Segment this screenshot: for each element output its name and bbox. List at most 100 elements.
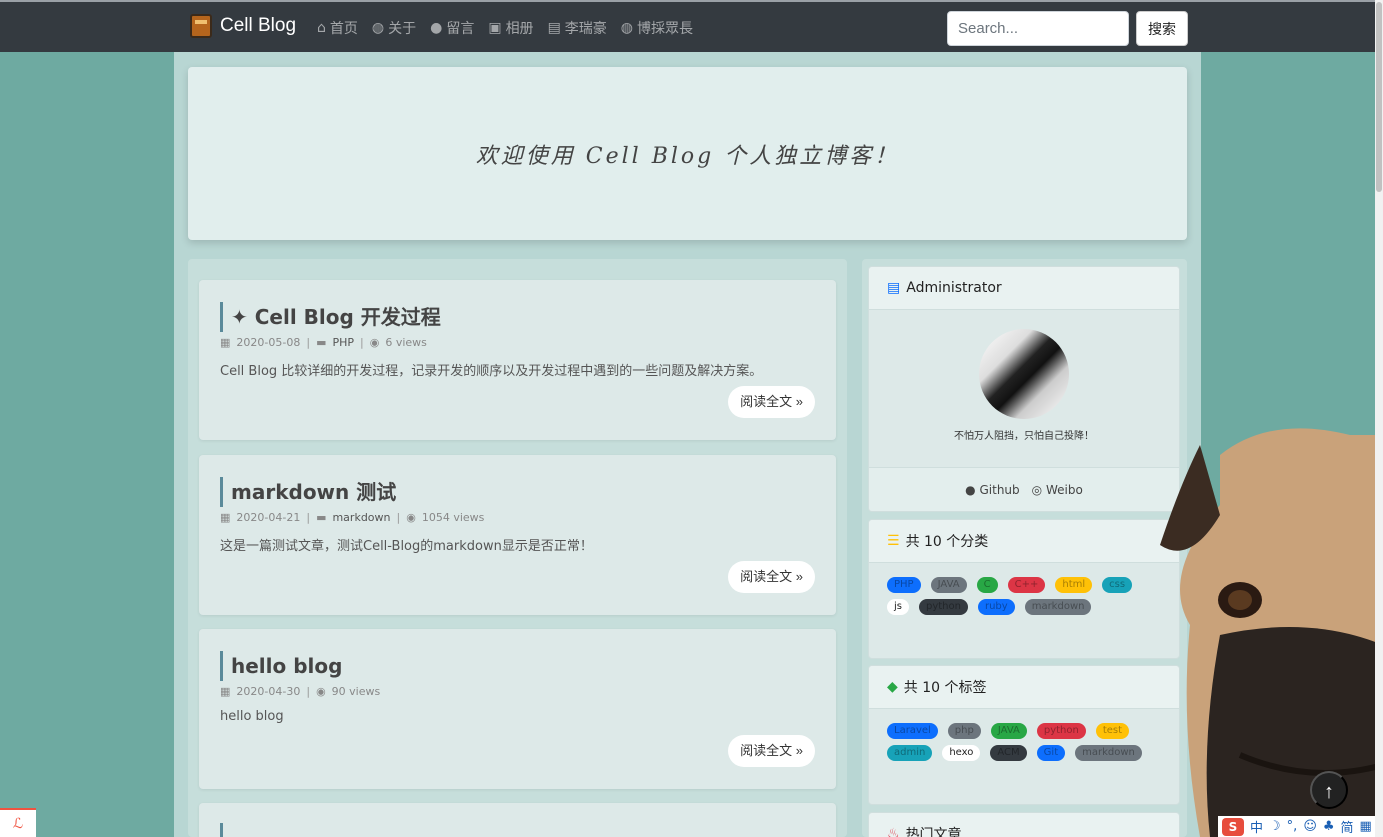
- read-more-button[interactable]: 阅读全文 »: [728, 561, 815, 593]
- tag-badge[interactable]: Git: [1036, 745, 1066, 761]
- scrollbar[interactable]: [1375, 0, 1383, 837]
- categories-card-header: ☰ 共 10 个分类: [869, 520, 1179, 563]
- post-date: 2020-04-30: [236, 685, 301, 698]
- weibo-icon: ◎: [1031, 482, 1043, 497]
- category-badge[interactable]: html: [1055, 577, 1093, 593]
- sogou-logo-icon: S: [1222, 817, 1244, 836]
- tag-badges: Laravel php JAVA python test admin hexo ACM Git m…: [869, 709, 1179, 761]
- category-badge[interactable]: python: [919, 599, 968, 615]
- hero-text: 欢迎使用 Cell Blog 个人独立博客！: [475, 143, 900, 169]
- category-badge[interactable]: C++: [1007, 577, 1046, 593]
- emoji-icon[interactable]: ☺: [1303, 819, 1317, 834]
- post-title[interactable]: ✦ Cell Blog 开发过程: [220, 302, 441, 332]
- category-badge[interactable]: js: [887, 599, 909, 615]
- admin-card-header: ▤ Administrator: [869, 267, 1179, 310]
- post-title[interactable]: [220, 823, 231, 837]
- tag-badge[interactable]: test: [1095, 723, 1130, 739]
- tags-icon: ◆: [887, 679, 898, 695]
- tags-card: ◆ 共 10 个标签 Laravel php JAVA python test admin…: [868, 665, 1180, 805]
- post-title[interactable]: hello blog: [220, 651, 342, 681]
- eye-icon: ◉: [369, 336, 380, 349]
- moon-icon[interactable]: ☽: [1269, 819, 1281, 834]
- calendar-icon: ▦: [220, 685, 231, 698]
- calendar-icon: ▦: [220, 336, 231, 349]
- tag-badge[interactable]: JAVA: [990, 723, 1027, 739]
- nav-home[interactable]: ⌂ 首页: [317, 18, 358, 38]
- laravel-debug-icon[interactable]: ℒ: [0, 808, 36, 837]
- tag-badge[interactable]: admin: [887, 745, 933, 761]
- search-input[interactable]: [947, 11, 1129, 46]
- post-card: [199, 803, 836, 837]
- globe-icon: ◍: [620, 20, 634, 36]
- post-meta: ▦ 2020-04-21 | ▬ markdown | ◉ 1054 views: [220, 511, 485, 524]
- category-badge[interactable]: JAVA: [930, 577, 967, 593]
- post-category[interactable]: markdown: [332, 511, 390, 524]
- post-excerpt: hello blog: [220, 709, 284, 724]
- brand-link[interactable]: Cell Blog: [190, 14, 296, 38]
- hot-posts-header: ♨ 热门文章: [869, 813, 1179, 837]
- github-icon: ●: [965, 482, 976, 497]
- book-icon: [190, 14, 212, 38]
- github-link[interactable]: ● Github: [965, 483, 1019, 497]
- nav-links: ⌂ 首页 ◍ 关于 ● 留言 ▣ 相册 ▤ 李瑞豪 ◍ 博採眾長: [317, 18, 693, 38]
- ime-chinese-toggle[interactable]: 中: [1250, 817, 1263, 836]
- search-button[interactable]: 搜索: [1136, 11, 1188, 46]
- fire-icon: ♨: [887, 826, 900, 837]
- motto: 不怕万人阻挡，只怕自己投降！: [954, 431, 1094, 442]
- social-links: ● Github ◎ Weibo: [869, 467, 1179, 511]
- navbar: Cell Blog ⌂首页 ◍关于 ●留言 ▣相册 ▤李瑞豪 ◍博採眾長 搜索: [0, 0, 1383, 52]
- pin-icon: ✦: [231, 305, 248, 329]
- read-more-button[interactable]: 阅读全文 »: [728, 735, 815, 767]
- category-badge[interactable]: css: [1102, 577, 1133, 593]
- nav-guestbook[interactable]: ● 留言: [430, 18, 474, 38]
- categories-card: ☰ 共 10 个分类 PHP JAVA C C++ html css js python rub…: [868, 519, 1180, 659]
- nav-about[interactable]: ◍ 关于: [372, 18, 416, 38]
- post-date: 2020-04-21: [236, 511, 301, 524]
- post-title[interactable]: markdown 测试: [220, 477, 396, 507]
- post-meta: ▦ 2020-05-08 | ▬ PHP | ◉ 6 views: [220, 336, 427, 349]
- tags-card-header: ◆ 共 10 个标签: [869, 666, 1179, 709]
- simplified-toggle[interactable]: 简: [1341, 817, 1354, 836]
- nav-links-page[interactable]: ◍ 博採眾長: [621, 18, 693, 38]
- nav-album[interactable]: ▣ 相册: [488, 18, 533, 38]
- ime-toolbar: S 中 ☽ °, ☺ ♣ 简 ▦: [1218, 816, 1383, 837]
- brand-title: Cell Blog: [220, 15, 297, 36]
- image-icon: ▣: [488, 20, 502, 36]
- post-views: 90 views: [331, 685, 381, 698]
- post-card: hello blog ▦ 2020-04-30 | ◉ 90 views hel…: [199, 629, 836, 789]
- post-meta: ▦ 2020-04-30 | ◉ 90 views: [220, 685, 381, 698]
- category-badge[interactable]: PHP: [887, 577, 921, 593]
- pug-mascot-image: [1160, 428, 1383, 837]
- list-icon: ☰: [887, 533, 900, 549]
- post-date: 2020-05-08: [236, 336, 301, 349]
- tag-badge[interactable]: hexo: [942, 745, 981, 761]
- id-card-icon: ▤: [547, 20, 561, 36]
- folder-icon: ▬: [316, 511, 327, 524]
- category-badge[interactable]: C: [976, 577, 998, 593]
- id-card-icon: ▤: [887, 280, 901, 296]
- eye-icon: ◉: [316, 685, 326, 698]
- grid-icon[interactable]: ▦: [1360, 819, 1372, 834]
- post-card: markdown 测试 ▦ 2020-04-21 | ▬ markdown | …: [199, 455, 836, 615]
- read-more-button[interactable]: 阅读全文 »: [728, 386, 815, 418]
- tag-badge[interactable]: markdown: [1075, 745, 1142, 761]
- tag-badge[interactable]: python: [1036, 723, 1086, 739]
- post-category[interactable]: PHP: [332, 336, 354, 349]
- admin-card: ▤ Administrator 不怕万人阻挡，只怕自己投降！ ● Github …: [868, 266, 1180, 512]
- tag-badge[interactable]: ACM: [990, 745, 1027, 761]
- tag-badge[interactable]: php: [947, 723, 981, 739]
- category-badge[interactable]: ruby: [977, 599, 1015, 615]
- hero-banner: 欢迎使用 Cell Blog 个人独立博客！: [188, 67, 1187, 240]
- weibo-link[interactable]: ◎ Weibo: [1032, 483, 1083, 497]
- back-to-top-button[interactable]: ↑: [1310, 771, 1348, 809]
- post-card: ✦ Cell Blog 开发过程 ▦ 2020-05-08 | ▬ PHP | …: [199, 280, 836, 440]
- punctuation-icon[interactable]: °,: [1287, 819, 1298, 834]
- nav-profile[interactable]: ▤ 李瑞豪: [548, 18, 607, 38]
- category-badge[interactable]: markdown: [1024, 599, 1092, 615]
- scrollbar-thumb[interactable]: [1376, 2, 1382, 192]
- home-icon: ⌂: [317, 20, 326, 36]
- tag-badge[interactable]: Laravel: [887, 723, 938, 739]
- globe-icon: ◍: [371, 20, 385, 36]
- category-badges: PHP JAVA C C++ html css js python ruby markdown: [869, 563, 1179, 615]
- user-icon[interactable]: ♣: [1323, 819, 1335, 834]
